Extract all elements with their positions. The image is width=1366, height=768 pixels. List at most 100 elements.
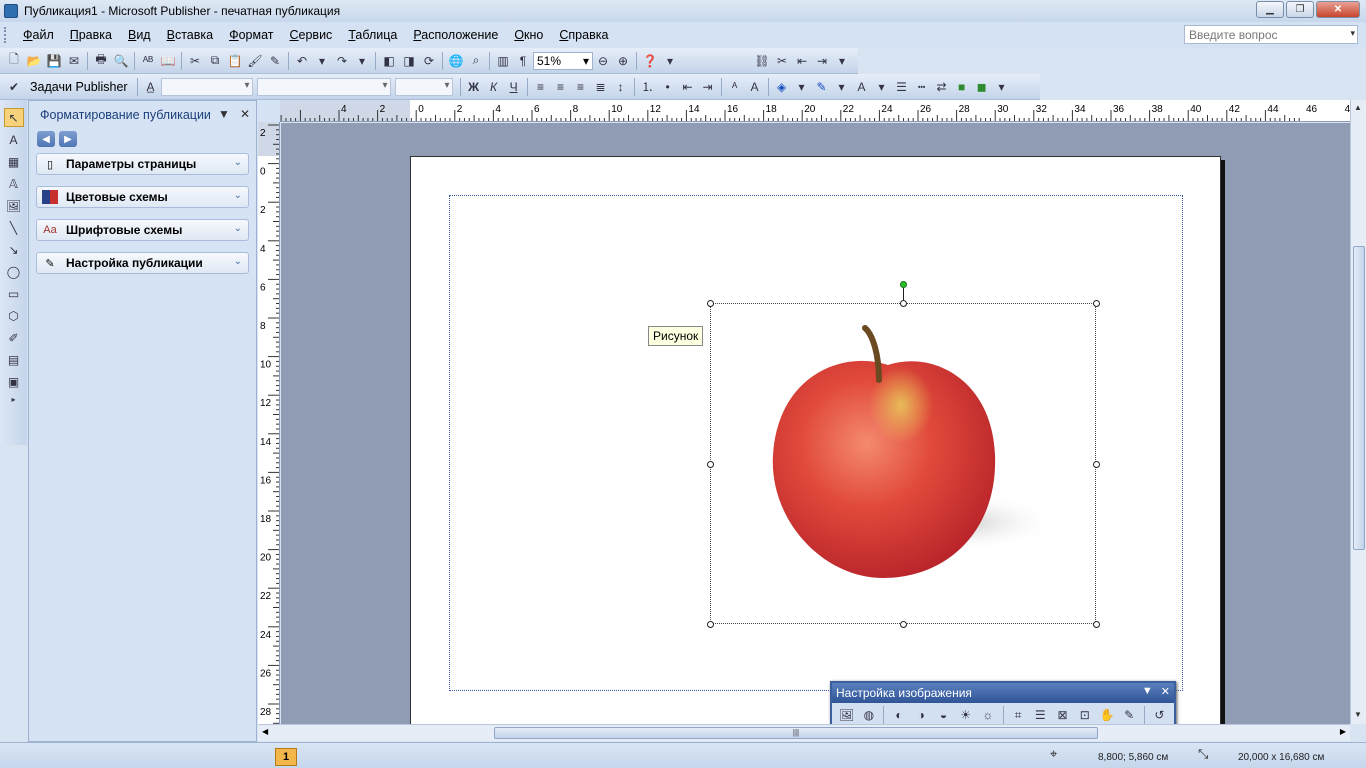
- resize-handle-n[interactable]: [900, 300, 907, 307]
- spelling-icon[interactable]: ᴬᴮ: [138, 51, 158, 71]
- reset-picture-icon[interactable]: ↺: [1149, 705, 1170, 725]
- task-pane-close-icon[interactable]: ✕: [240, 107, 250, 121]
- picture-frame[interactable]: [707, 300, 1100, 628]
- publication-canvas[interactable]: Рисунок: [281, 123, 1350, 724]
- picture-toolbar[interactable]: Настройка изображения ▼ ✕ 🖼 ◍ ◐ ◑ ◒ ☀ ☼ ⌗…: [830, 681, 1176, 727]
- research-icon[interactable]: 📖: [158, 51, 178, 71]
- columns-icon[interactable]: ▥: [493, 51, 513, 71]
- zoom-dropdown-icon[interactable]: ▾: [583, 54, 589, 68]
- resize-handle-ne[interactable]: [1093, 300, 1100, 307]
- line-spacing-icon[interactable]: ↕: [611, 77, 631, 97]
- autoshapes-icon[interactable]: ⬡: [4, 306, 24, 325]
- section-color-schemes[interactable]: Цветовые схемы ⌄: [36, 186, 249, 208]
- rotation-handle[interactable]: [900, 281, 907, 288]
- menu-file[interactable]: Файл: [15, 28, 62, 42]
- align-left-icon[interactable]: ≡: [531, 77, 551, 97]
- decrease-indent-icon[interactable]: ⇤: [678, 77, 698, 97]
- save-icon[interactable]: 💾: [44, 51, 64, 71]
- rectangle-icon[interactable]: ▭: [4, 284, 24, 303]
- section-page-options[interactable]: ▯ Параметры страницы ⌄: [36, 153, 249, 175]
- underline-icon[interactable]: Ч: [504, 77, 524, 97]
- new-icon[interactable]: 🗋: [4, 51, 24, 71]
- font-size-combo[interactable]: [394, 77, 453, 96]
- print-preview-icon[interactable]: 🔍: [111, 51, 131, 71]
- paste-icon[interactable]: 📋: [225, 51, 245, 71]
- set-transparent-color-icon[interactable]: ✎: [1119, 705, 1140, 725]
- scroll-right-icon[interactable]: ▶: [1340, 727, 1346, 736]
- picture-toolbar-titlebar[interactable]: Настройка изображения ▼ ✕: [832, 683, 1174, 703]
- help-icon[interactable]: ❓: [640, 51, 660, 71]
- connect-options-icon[interactable]: ▾: [832, 51, 852, 71]
- more-brightness-sun-icon[interactable]: ☀: [955, 705, 976, 725]
- insert-picture-icon[interactable]: 🖼: [836, 705, 857, 725]
- bullets-icon[interactable]: •: [658, 77, 678, 97]
- chevron-down-icon[interactable]: ⌄: [234, 190, 242, 201]
- format-options-icon[interactable]: ▾: [992, 77, 1012, 97]
- select-objects-icon[interactable]: ↖: [3, 108, 24, 127]
- menu-edit[interactable]: Правка: [62, 28, 120, 42]
- chevron-down-icon[interactable]: ⌄: [234, 223, 242, 234]
- print-icon[interactable]: 🖶: [91, 51, 111, 71]
- minimize-button[interactable]: ▁: [1256, 1, 1284, 18]
- ask-question-box[interactable]: Введите вопрос ▾: [1184, 25, 1358, 44]
- wordart-icon[interactable]: 𝔸: [4, 174, 24, 193]
- page-navigator[interactable]: 1: [275, 748, 297, 766]
- close-button[interactable]: ✕: [1316, 1, 1360, 18]
- increase-font-icon[interactable]: A: [745, 77, 765, 97]
- align-right-icon[interactable]: ≡: [571, 77, 591, 97]
- back-icon[interactable]: ◀: [37, 131, 55, 147]
- unlink-text-box-icon[interactable]: ✂: [772, 51, 792, 71]
- 3d-style-icon[interactable]: ◼: [972, 77, 992, 97]
- menu-view[interactable]: Вид: [120, 28, 159, 42]
- font-combo[interactable]: [256, 77, 391, 96]
- font-color-dropdown-icon[interactable]: ▾: [872, 77, 892, 97]
- dash-style-icon[interactable]: ┅: [912, 77, 932, 97]
- menu-insert[interactable]: Вставка: [159, 28, 221, 42]
- compress-pictures-icon[interactable]: ⊠: [1052, 705, 1073, 725]
- insert-table-icon[interactable]: ▦: [4, 152, 24, 171]
- chevron-down-icon[interactable]: ⌄: [234, 256, 242, 267]
- less-contrast-icon[interactable]: ◑: [911, 705, 932, 725]
- ruler-corner[interactable]: [258, 100, 280, 122]
- menu-help[interactable]: Справка: [551, 28, 616, 42]
- publisher-tasks-button[interactable]: Задачи Publisher: [24, 80, 134, 94]
- pilcrow-icon[interactable]: ¶: [513, 51, 533, 71]
- text-box-icon[interactable]: A: [4, 130, 24, 149]
- resize-handle-s[interactable]: [900, 621, 907, 628]
- justify-icon[interactable]: ≣: [591, 77, 611, 97]
- line-color-icon[interactable]: ✎: [812, 77, 832, 97]
- tasks-icon[interactable]: ✔: [4, 77, 24, 97]
- open-icon[interactable]: 📂: [24, 51, 44, 71]
- menu-format[interactable]: Формат: [221, 28, 281, 42]
- resize-handle-se[interactable]: [1093, 621, 1100, 628]
- line-color-dropdown-icon[interactable]: ▾: [832, 77, 852, 97]
- section-publication-setup[interactable]: ✎ Настройка публикации ⌄: [36, 252, 249, 274]
- hyperlink-icon[interactable]: 🌐: [446, 51, 466, 71]
- hot-spot-icon[interactable]: ✐: [4, 328, 24, 347]
- line-icon[interactable]: ╲: [4, 218, 24, 237]
- decrease-font-icon[interactable]: ᴬ: [725, 77, 745, 97]
- resize-handle-sw[interactable]: [707, 621, 714, 628]
- resize-handle-w[interactable]: [707, 461, 714, 468]
- horizontal-scroll-thumb[interactable]: |||: [494, 727, 1098, 739]
- undo-dropdown-icon[interactable]: ▾: [312, 51, 332, 71]
- vertical-scroll-thumb[interactable]: [1353, 246, 1365, 550]
- find-icon[interactable]: ⌕: [466, 51, 486, 71]
- menu-grip[interactable]: [4, 27, 7, 43]
- zoom-in-icon[interactable]: ⊕: [613, 51, 633, 71]
- style-combo[interactable]: [160, 77, 253, 96]
- previous-text-box-icon[interactable]: ⇤: [792, 51, 812, 71]
- link-text-box-icon[interactable]: ⛓: [752, 51, 772, 71]
- bring-forward-icon[interactable]: ◧: [379, 51, 399, 71]
- menu-window[interactable]: Окно: [506, 28, 551, 42]
- menu-tools[interactable]: Сервис: [282, 28, 341, 42]
- scroll-left-icon[interactable]: ◀: [262, 727, 268, 736]
- chevron-down-icon[interactable]: ⌄: [234, 157, 242, 168]
- undo-icon[interactable]: ↶: [292, 51, 312, 71]
- resize-handle-nw[interactable]: [707, 300, 714, 307]
- rotate-icon[interactable]: ⟳: [419, 51, 439, 71]
- forward-icon[interactable]: ▶: [59, 131, 77, 147]
- cut-icon[interactable]: ✂: [185, 51, 205, 71]
- numbering-icon[interactable]: ⒈: [638, 77, 658, 97]
- crop-icon[interactable]: ⌗: [1007, 705, 1028, 725]
